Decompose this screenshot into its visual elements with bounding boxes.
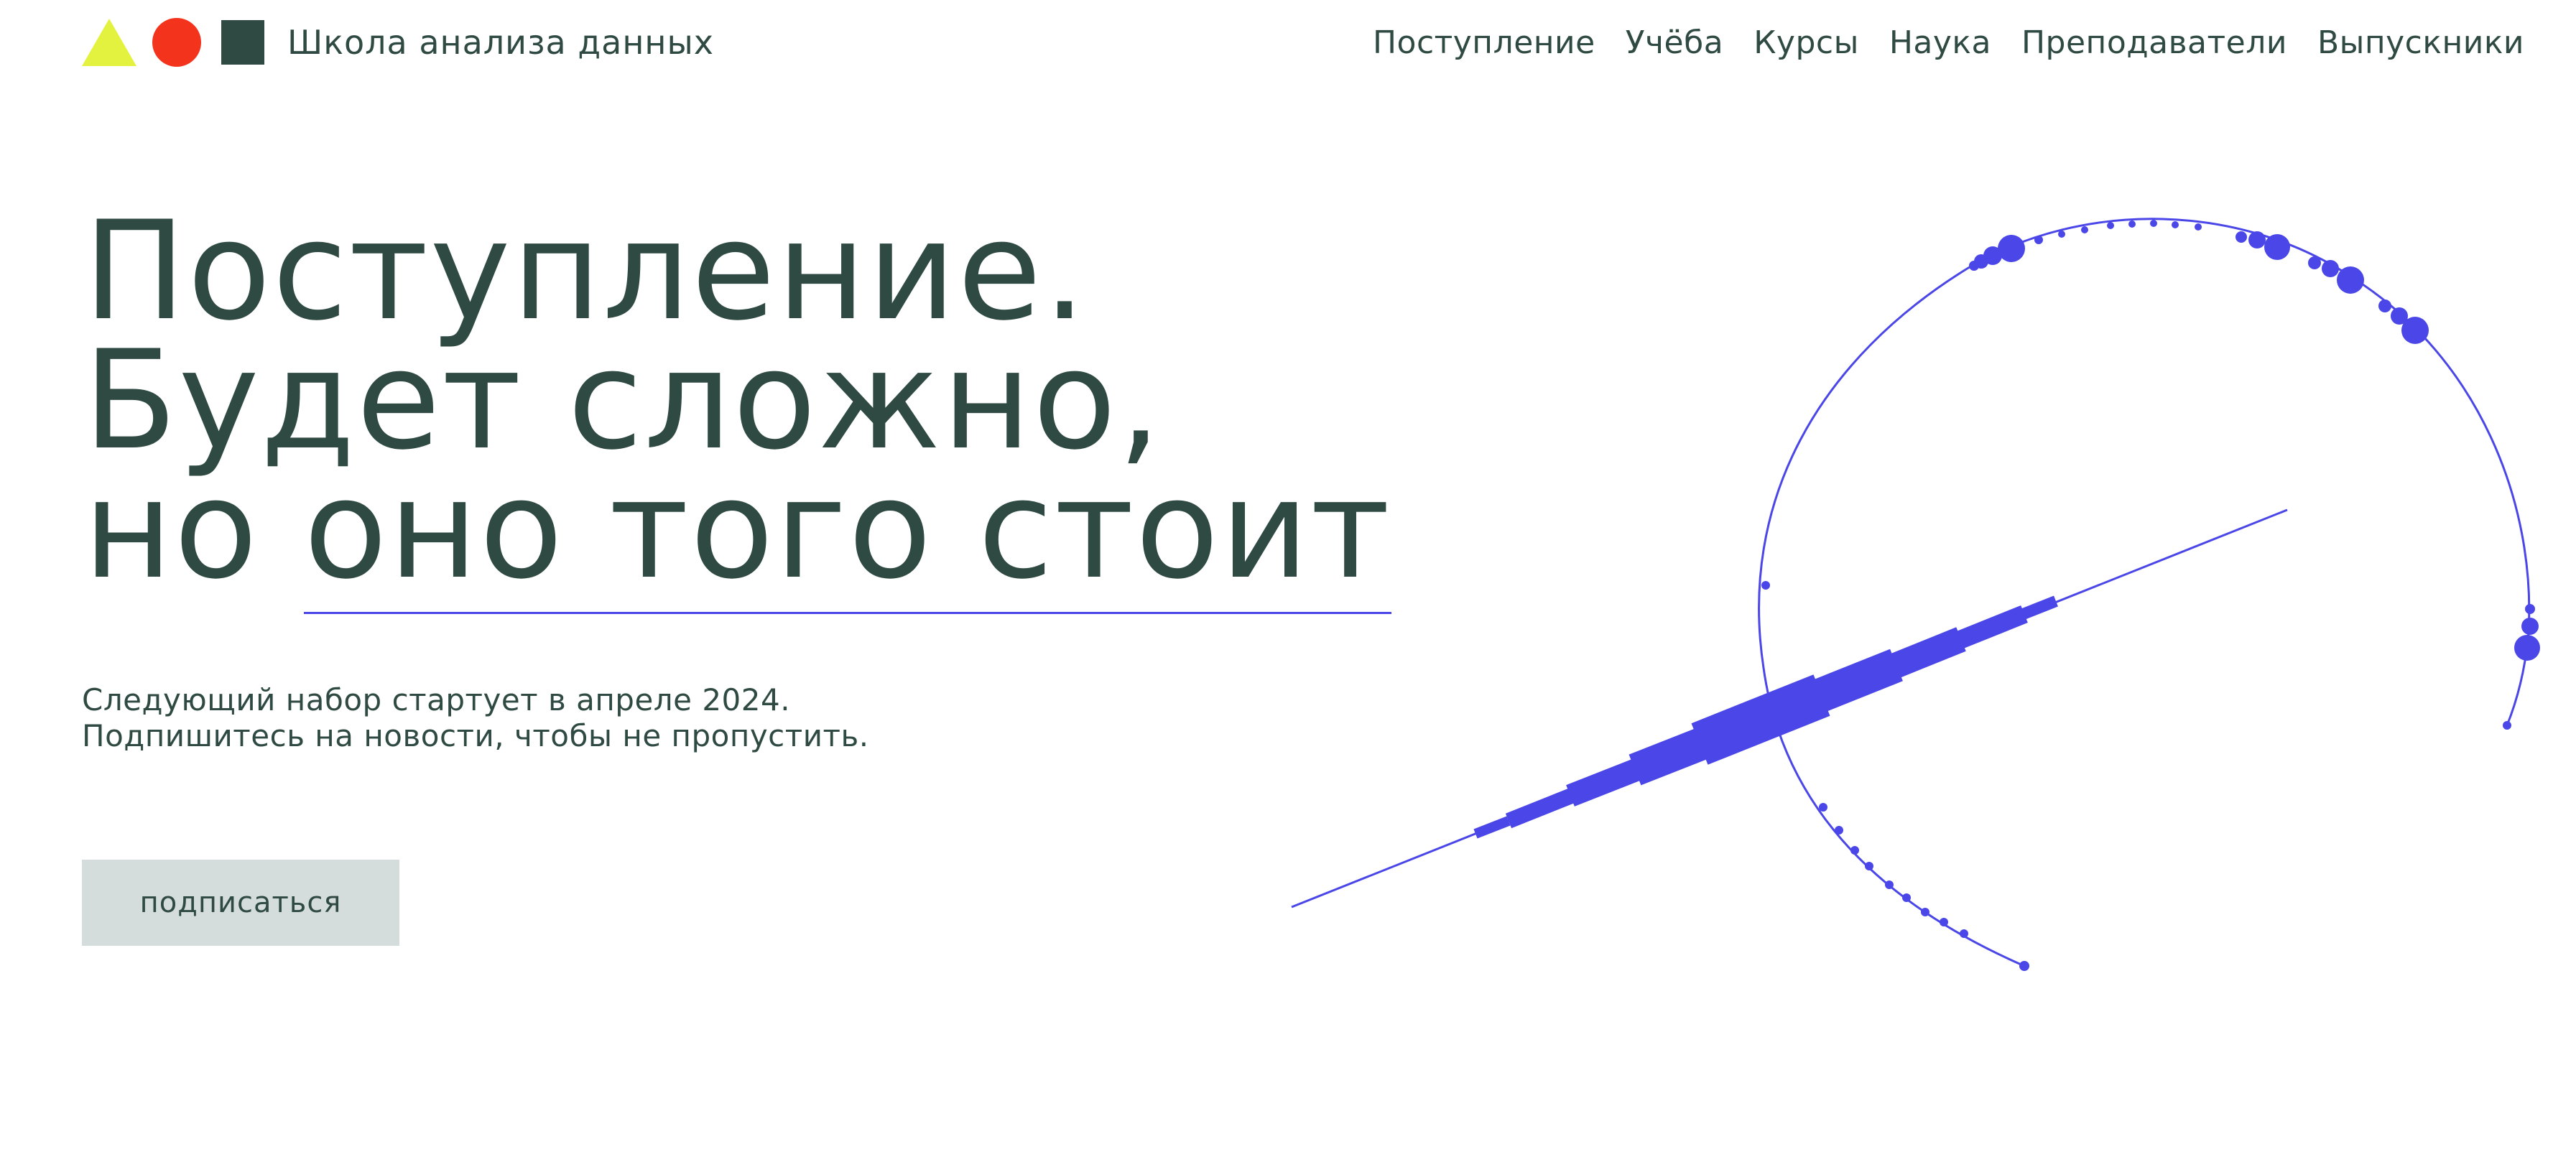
dot <box>2308 256 2321 269</box>
dot <box>2236 231 2247 243</box>
dot <box>2391 307 2408 325</box>
dot <box>1885 880 1894 889</box>
nav-item-teachers[interactable]: Преподаватели <box>2021 24 2287 61</box>
dot <box>2503 721 2511 730</box>
arc-right <box>1971 218 2531 726</box>
hero-subtitle-line-1: Следующий набор стартует в апреле 2024. <box>82 682 791 717</box>
spindle-segment <box>1566 758 1642 807</box>
hero-title-line-1: Поступление. <box>83 192 1088 350</box>
spindle-segment <box>1889 627 1966 679</box>
dot <box>2322 260 2339 277</box>
dot <box>2514 635 2540 661</box>
hero-subtitle: Следующий набор стартует в апреле 2024. … <box>82 682 869 754</box>
dot <box>2107 222 2114 229</box>
hero-subtitle-line-2: Подпишитесь на новости, чтобы не пропуст… <box>82 718 869 753</box>
site-header: Школа анализа данных Поступление Учёба К… <box>82 14 2524 70</box>
dot <box>1819 803 1827 812</box>
illustration-dots <box>1761 220 2540 971</box>
dot <box>1921 908 1929 916</box>
dot <box>2150 220 2157 227</box>
dot <box>2081 226 2088 233</box>
dot <box>2128 220 2136 228</box>
hero-title-underlined: оно того стоит <box>303 450 1391 614</box>
nav-item-admission[interactable]: Поступление <box>1373 24 1595 61</box>
logo-circle-icon <box>152 18 201 67</box>
logo-square-icon <box>221 20 264 65</box>
dot <box>2401 317 2429 344</box>
logo-triangle-icon <box>82 19 136 66</box>
dot <box>2264 234 2290 260</box>
dot <box>1969 261 1979 271</box>
dot <box>1974 254 1988 269</box>
dot <box>1850 846 1859 855</box>
spindle-segment <box>1691 674 1830 765</box>
dot <box>2521 618 2539 635</box>
main-nav: Поступление Учёба Курсы Наука Преподават… <box>1373 14 2524 70</box>
dot <box>1998 235 2025 262</box>
spindle-segment <box>1628 728 1709 786</box>
hero-title-line-2: Будет сложно, <box>83 321 1163 480</box>
hero-title-line-3: но оно того стоит <box>83 450 1391 614</box>
dot <box>1835 826 1843 835</box>
hero-title: Поступление. Будет сложно, но оно того с… <box>83 192 1391 614</box>
spindle-segment <box>1473 816 1511 839</box>
spindle-segment <box>1955 605 2028 650</box>
spindle-segment <box>1811 649 1903 713</box>
dot <box>2058 231 2065 238</box>
logo[interactable]: Школа анализа данных <box>82 14 714 70</box>
dot <box>2195 223 2202 231</box>
nav-item-graduates[interactable]: Выпускники <box>2317 24 2524 61</box>
nav-item-study[interactable]: Учёба <box>1626 24 1723 61</box>
dot <box>2034 236 2043 244</box>
spindle-segment <box>2019 595 2058 620</box>
illustration-spindle <box>1291 508 2288 908</box>
dot <box>2248 231 2266 248</box>
subscribe-button[interactable]: подписаться <box>82 860 399 946</box>
nav-item-science[interactable]: Наука <box>1889 24 1991 61</box>
dot <box>1761 581 1770 590</box>
dot <box>2378 299 2391 312</box>
nav-item-courses[interactable]: Курсы <box>1753 24 1859 61</box>
dot <box>1865 862 1873 870</box>
logo-text: Школа анализа данных <box>287 23 715 62</box>
spindle-line <box>1291 508 2288 908</box>
dot <box>2172 221 2179 228</box>
dot <box>1902 893 1911 902</box>
spindle-segment <box>1505 787 1577 829</box>
dot <box>2019 961 2029 971</box>
illustration-arc <box>1758 218 2531 967</box>
arc-left <box>1758 264 2025 967</box>
dot <box>1983 246 2002 265</box>
dot <box>2337 266 2364 294</box>
dot <box>1960 929 1968 938</box>
hero-title-line-3-prefix: но <box>83 450 304 609</box>
dot <box>2525 604 2535 614</box>
dot <box>1940 918 1948 926</box>
